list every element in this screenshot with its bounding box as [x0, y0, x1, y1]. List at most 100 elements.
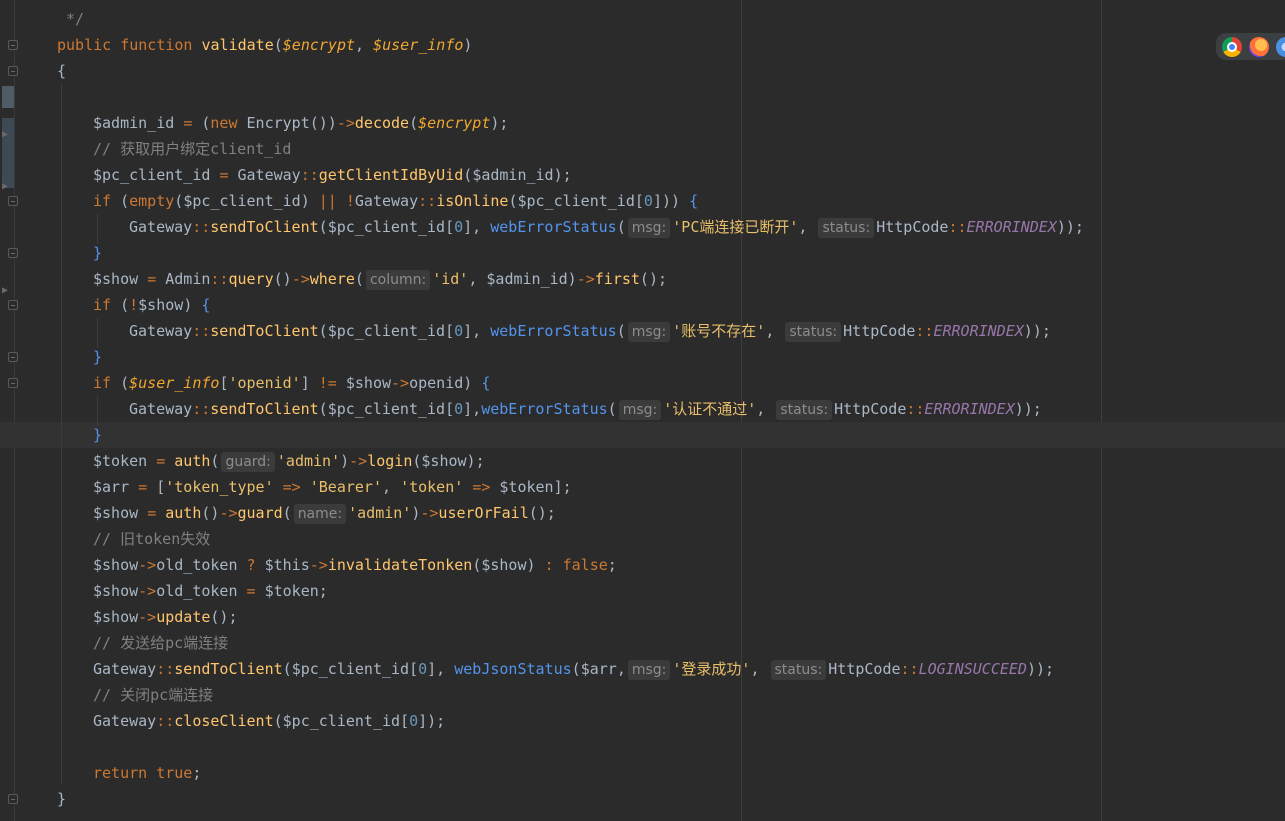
code-line[interactable]: Gateway::sendToClient($pc_client_id[0], …: [0, 318, 1285, 344]
code-token: (: [120, 296, 130, 314]
code-token: }: [93, 244, 103, 262]
code-line-text: {: [57, 58, 66, 84]
parameter-hint: status:: [776, 400, 833, 420]
code-line-text: if (!$show) {: [93, 292, 210, 318]
code-token: $pc_client_id: [327, 400, 446, 418]
code-token: ],: [463, 400, 482, 418]
current-code-line[interactable]: }: [0, 422, 1285, 448]
code-token: ||: [318, 192, 346, 210]
code-token: (: [409, 114, 419, 132]
code-line[interactable]: }: [0, 240, 1285, 266]
code-token: ->: [138, 582, 157, 600]
code-token: webJsonStatus: [454, 660, 572, 678]
edge-icon[interactable]: [1276, 36, 1285, 57]
code-token: $pc_client_id: [183, 192, 301, 210]
code-token: (: [282, 504, 292, 522]
code-token: ::: [418, 192, 437, 210]
code-token: [: [156, 478, 166, 496]
code-token: $arr: [93, 478, 139, 496]
code-token: (): [201, 504, 220, 522]
code-line[interactable]: // 关闭pc端连接: [0, 682, 1285, 708]
code-token: $admin_id: [472, 166, 554, 184]
parameter-hint: guard:: [221, 452, 275, 472]
code-token: isOnline: [436, 192, 509, 210]
code-line[interactable]: $show->old_token = $token;: [0, 578, 1285, 604]
code-token: (: [463, 166, 473, 184]
code-line-text: if (empty($pc_client_id) || !Gateway::is…: [93, 188, 698, 214]
code-token: 0: [454, 400, 464, 418]
code-token: [: [400, 712, 410, 730]
code-token: );: [490, 114, 509, 132]
code-line[interactable]: }: [0, 786, 1285, 812]
code-token: webErrorStatus: [481, 400, 608, 418]
code-token: 'token_type': [165, 478, 283, 496]
code-token: $show: [93, 504, 148, 522]
browser-preview-bar: [1216, 33, 1285, 60]
code-token: new: [210, 114, 247, 132]
code-line[interactable]: $show = auth()->guard(name:'admin')->use…: [0, 500, 1285, 526]
code-line[interactable]: // 获取用户绑定client_id: [0, 136, 1285, 162]
code-token: $show: [93, 270, 148, 288]
code-line[interactable]: Gateway::closeClient($pc_client_id[0]);: [0, 708, 1285, 734]
code-line[interactable]: if (empty($pc_client_id) || !Gateway::is…: [0, 188, 1285, 214]
code-token: {: [689, 192, 699, 210]
parameter-hint: status:: [770, 660, 827, 680]
code-token: ();: [639, 270, 668, 288]
code-token: ->: [309, 556, 328, 574]
code-token: where: [309, 270, 355, 288]
code-line[interactable]: if (!$show) {: [0, 292, 1285, 318]
code-line[interactable]: $show->old_token ? $this->invalidateTonk…: [0, 552, 1285, 578]
code-token: webErrorStatus: [490, 322, 617, 340]
code-token: 'openid': [228, 374, 301, 392]
code-token: public: [57, 36, 121, 54]
code-line[interactable]: $token = auth(guard:'admin')->login($sho…: [0, 448, 1285, 474]
code-line[interactable]: $admin_id = (new Encrypt())->decode($enc…: [0, 110, 1285, 136]
code-line[interactable]: // 旧token失效: [0, 526, 1285, 552]
code-line[interactable]: // 发送给pc端连接: [0, 630, 1285, 656]
chrome-icon[interactable]: [1222, 36, 1242, 57]
code-token: ::: [300, 166, 319, 184]
code-token: ;: [318, 582, 328, 600]
code-line-text: $show->old_token ? $this->invalidateTonk…: [93, 552, 617, 578]
code-token: $pc_client_id: [282, 712, 401, 730]
code-line[interactable]: Gateway::sendToClient($pc_client_id[0],w…: [0, 396, 1285, 422]
code-token: ?: [246, 556, 265, 574]
code-token: 0: [409, 712, 419, 730]
code-token: ::: [906, 400, 925, 418]
code-line[interactable]: return true;: [0, 760, 1285, 786]
code-token: (: [273, 712, 283, 730]
code-line-text: $pc_client_id = Gateway::getClientIdByUi…: [93, 162, 572, 188]
code-token: $pc_client_id: [327, 322, 446, 340]
firefox-icon[interactable]: [1249, 36, 1269, 57]
code-line[interactable]: if ($user_info['openid'] != $show->openi…: [0, 370, 1285, 396]
code-token: $pc_client_id: [517, 192, 635, 210]
code-line[interactable]: public function validate($encrypt, $user…: [0, 32, 1285, 58]
code-token: ::: [156, 712, 175, 730]
code-token: $arr: [580, 660, 617, 678]
code-line[interactable]: $show = Admin::query()->where(column:'id…: [0, 266, 1285, 292]
code-line[interactable]: [0, 734, 1285, 760]
code-line[interactable]: [0, 84, 1285, 110]
code-line[interactable]: $show->update();: [0, 604, 1285, 630]
code-token: Gateway: [129, 322, 193, 340]
code-token: [: [445, 218, 455, 236]
code-line[interactable]: */: [0, 6, 1285, 32]
code-token: 'id': [432, 270, 469, 288]
code-token: $encrypt: [418, 114, 491, 132]
code-token: ->: [219, 504, 238, 522]
code-token: sendToClient: [174, 660, 283, 678]
code-line[interactable]: }: [0, 344, 1285, 370]
code-line[interactable]: {: [0, 58, 1285, 84]
parameter-hint: msg:: [627, 660, 671, 680]
code-line[interactable]: $pc_client_id = Gateway::getClientIdByUi…: [0, 162, 1285, 188]
code-token: ::: [192, 322, 211, 340]
code-line[interactable]: $arr = ['token_type' => 'Bearer', 'token…: [0, 474, 1285, 500]
code-line[interactable]: Gateway::sendToClient($pc_client_id[0], …: [0, 656, 1285, 682]
code-token: (: [318, 218, 328, 236]
code-token: ::: [192, 400, 211, 418]
code-token: guard: [237, 504, 283, 522]
code-token: $show: [138, 296, 184, 314]
code-token: !: [129, 296, 139, 314]
code-line[interactable]: Gateway::sendToClient($pc_client_id[0], …: [0, 214, 1285, 240]
indent-guide: [61, 84, 62, 784]
